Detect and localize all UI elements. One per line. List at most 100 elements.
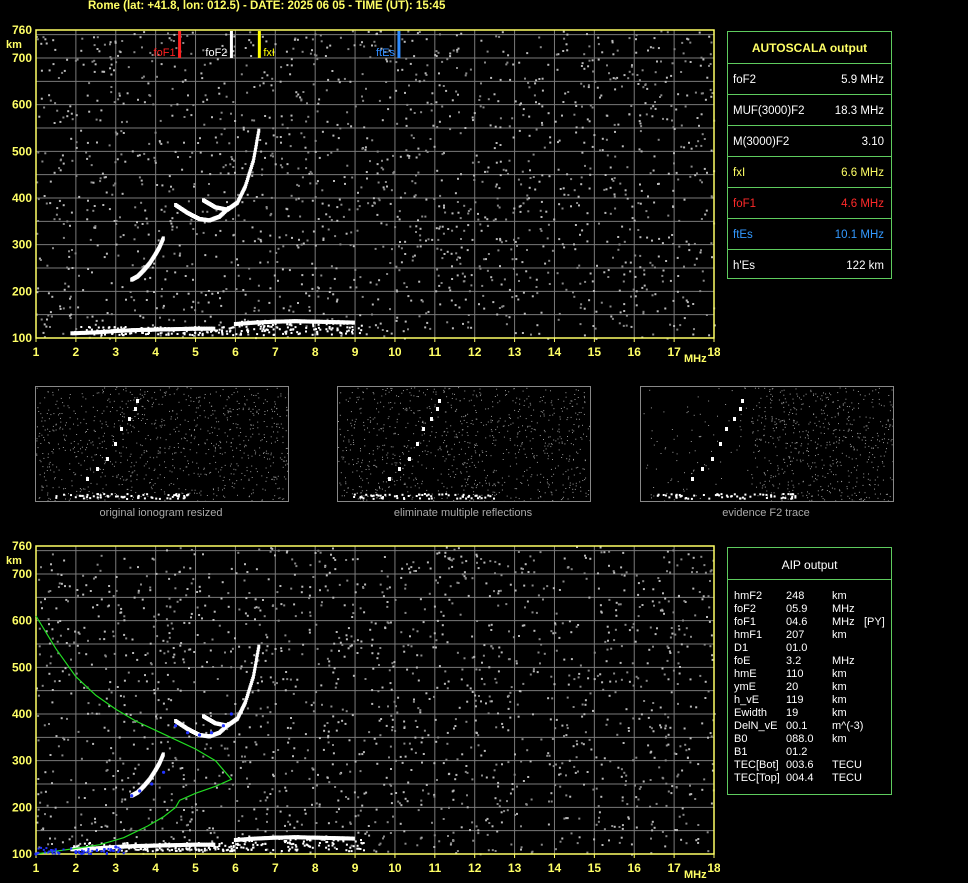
noise-dot [495,238,498,241]
thumb-noise [551,452,553,454]
thumb-noise [378,482,380,484]
thumb-noise [104,463,106,465]
thumb-noise [772,395,773,397]
thumb-noise [184,438,186,439]
thumb-noise [160,437,162,439]
thumb-noise [251,394,253,396]
thumb-noise [131,462,133,464]
echo-point [259,325,262,328]
thumb-noise [240,432,242,433]
thumb-noise [104,475,106,477]
thumb-noise [217,487,219,489]
thumb-noise [402,467,404,469]
echo-point [221,333,224,336]
noise-dot [253,309,256,312]
thumb-noise [808,451,809,452]
thumb-noise [125,387,127,389]
thumb-noise [865,439,867,441]
thumb-noise [875,389,877,391]
thumb-noise [88,439,90,441]
thumb-noise [79,491,81,493]
thumb-noise [517,411,519,412]
thumb-noise [149,482,151,484]
thumb-noise [829,392,830,394]
thumb-noise [219,475,221,477]
thumb-noise [760,397,762,399]
noise-dot [311,38,314,41]
thumb-noise [793,407,795,409]
noise-dot [47,292,50,295]
thumb-echo [86,493,89,496]
thumb-noise [61,479,63,481]
echo-point [270,325,273,328]
thumb-noise [218,471,219,473]
thumb-noise [523,448,525,450]
thumb-noise [87,443,88,445]
thumb-noise [68,407,70,409]
thumb-noise [272,462,274,464]
noise-dot [290,114,293,117]
thumb-noise [531,420,533,422]
thumb-noise [472,394,474,396]
thumb-noise [864,436,866,438]
thumb-noise [357,461,359,463]
noise-dot [479,223,482,226]
noise-dot [643,269,646,272]
thumb-noise [274,495,276,497]
thumb-noise [148,467,150,469]
thumb-noise [82,396,84,398]
noise-dot [699,251,702,254]
thumb-noise [766,490,768,492]
thumb-noise [567,478,569,480]
thumb-noise [271,442,272,444]
thumb-echo [167,494,170,497]
noise-dot [557,318,560,321]
thumb-noise [508,425,510,427]
thumb-noise [151,488,153,490]
thumb-noise [255,394,257,396]
thumb-noise [883,442,884,444]
echo-point [272,328,275,331]
thumb-noise [892,461,894,463]
noise-dot [253,199,256,202]
noise-dot [700,144,703,147]
thumb-echo [177,497,179,500]
noise-dot [657,255,660,258]
thumb-noise [242,407,244,409]
thumb-noise [781,420,783,422]
thumb-noise [353,444,355,445]
thumb-noise [70,442,72,444]
noise-dot [336,148,339,151]
thumb-noise [359,498,361,500]
noise-dot [265,40,268,43]
noise-dot [424,326,427,329]
thumb-noise [197,417,198,419]
noise-dot [386,273,389,275]
noise-dot [460,32,463,35]
echo-point [167,333,170,336]
thumb-noise [838,437,840,439]
thumb-noise [211,442,212,444]
thumb-noise [488,482,490,484]
noise-dot [583,53,586,56]
thumb-noise [59,428,61,430]
thumb-noise [189,449,191,451]
thumb-noise [104,432,105,434]
thumb-noise [125,390,127,392]
thumb-echo [115,495,117,498]
thumb-noise [570,400,572,402]
thumb-noise [70,449,71,451]
noise-dot [233,45,236,48]
noise-dot [247,333,250,336]
thumb-noise [850,472,852,474]
noise-dot [379,30,382,33]
noise-dot [146,222,149,225]
noise-dot [86,94,89,97]
noise-dot [177,156,179,159]
noise-dot [500,241,503,244]
noise-dot [528,186,531,189]
thumb-noise [469,500,471,502]
noise-dot [94,225,97,228]
thumb-noise [499,400,501,402]
thumb-noise [450,404,452,406]
